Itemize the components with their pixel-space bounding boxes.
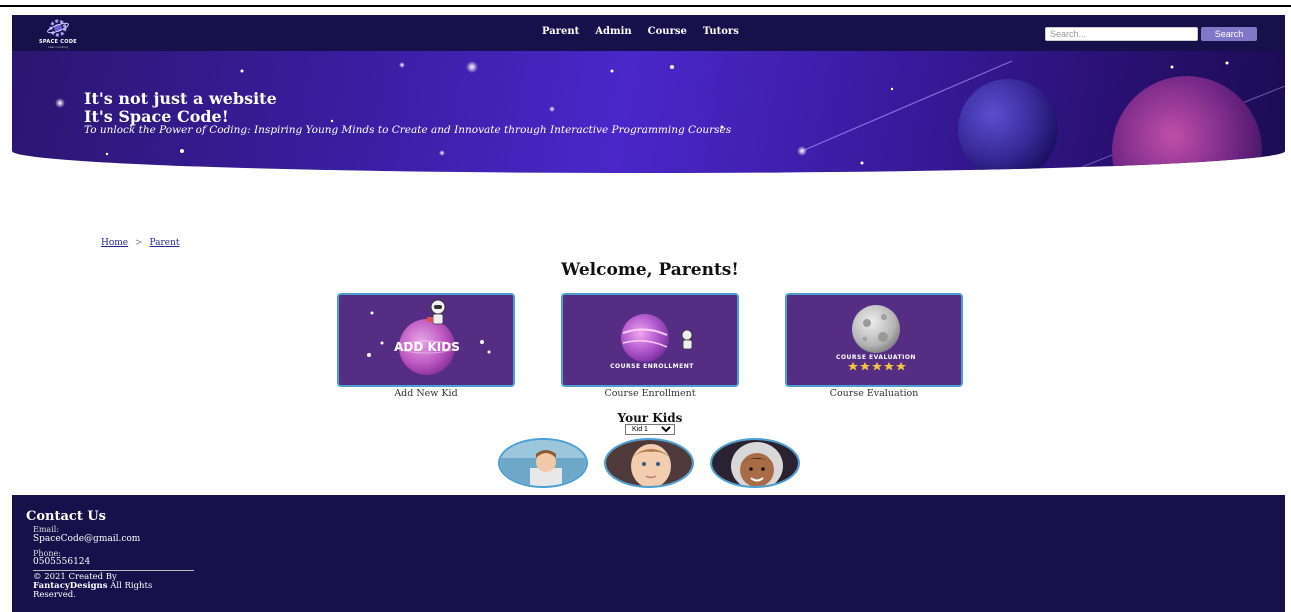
kid-photo: [606, 440, 692, 486]
kid-avatar-3[interactable]: [710, 438, 800, 488]
hero-title: It's not just a website It's Space Code!: [84, 90, 277, 126]
kid-photo: [712, 440, 798, 486]
search-button[interactable]: Search: [1201, 27, 1257, 41]
nav-link-course[interactable]: Course: [648, 26, 687, 37]
phone-value[interactable]: 0505556124: [33, 557, 90, 567]
nav-link-tutors[interactable]: Tutors: [703, 26, 739, 37]
course-evaluation-card[interactable]: COURSE EVALUATION: [785, 293, 963, 387]
card-image-text: COURSE ENROLLMENT: [610, 363, 694, 370]
hero-banner: It's not just a website It's Space Code!…: [12, 51, 1285, 173]
nav-links: Parent Admin Course Tutors: [542, 26, 739, 37]
contact-heading: Contact Us: [26, 509, 106, 524]
site-logo[interactable]: SPACE CODE Learn Coding: [30, 17, 86, 49]
nav-link-parent[interactable]: Parent: [542, 26, 579, 37]
add-kid-card[interactable]: ADD KIDS: [337, 293, 515, 387]
card-image-text: COURSE EVALUATION: [836, 354, 916, 361]
hero-title-line1: It's not just a website: [84, 89, 277, 108]
nav-link-admin[interactable]: Admin: [595, 26, 631, 37]
email-label: Email:: [33, 525, 60, 534]
course-evaluation-label: Course Evaluation: [829, 388, 919, 399]
course-evaluation-illustration: COURSE EVALUATION: [836, 305, 916, 371]
footer: Contact Us Email: SpaceCode@gmail.com Ph…: [12, 495, 1285, 612]
your-kids-heading: Your Kids: [617, 411, 683, 425]
top-navbar: SPACE CODE Learn Coding Parent Admin Cou…: [12, 15, 1285, 51]
gear-planet-icon: [47, 19, 69, 37]
add-kids-illustration: ADD KIDS: [367, 299, 491, 375]
copyright-text: © 2021 Created By FantacyDesigns All Rig…: [33, 573, 163, 600]
hero-subtitle: To unlock the Power of Coding: Inspiring…: [84, 124, 732, 136]
course-enrollment-label: Course Enrollment: [604, 388, 696, 399]
search-input[interactable]: [1045, 27, 1198, 41]
email-value[interactable]: SpaceCode@gmail.com: [33, 534, 140, 544]
course-enrollment-illustration: COURSE ENROLLMENT: [610, 314, 694, 370]
add-kid-label: Add New Kid: [394, 388, 458, 399]
card-image-text: ADD KIDS: [394, 340, 460, 354]
kid-avatar-2[interactable]: [604, 438, 694, 488]
kid-photo: [500, 440, 586, 486]
star-rating-icon: [848, 362, 906, 371]
breadcrumb-home[interactable]: Home: [101, 238, 128, 248]
course-enrollment-card[interactable]: COURSE ENROLLMENT: [561, 293, 739, 387]
page-title: Welcome, Parents!: [561, 260, 739, 280]
breadcrumb-separator: >: [135, 238, 143, 248]
logo-subtext: Learn Coding: [48, 45, 68, 49]
footer-divider: [33, 570, 194, 571]
kid-select-dropdown[interactable]: Kid 1: [625, 424, 675, 435]
breadcrumb-current[interactable]: Parent: [149, 238, 179, 248]
kid-avatar-1[interactable]: [498, 438, 588, 488]
top-border-line: [0, 5, 1291, 7]
breadcrumb: Home > Parent: [101, 238, 180, 248]
